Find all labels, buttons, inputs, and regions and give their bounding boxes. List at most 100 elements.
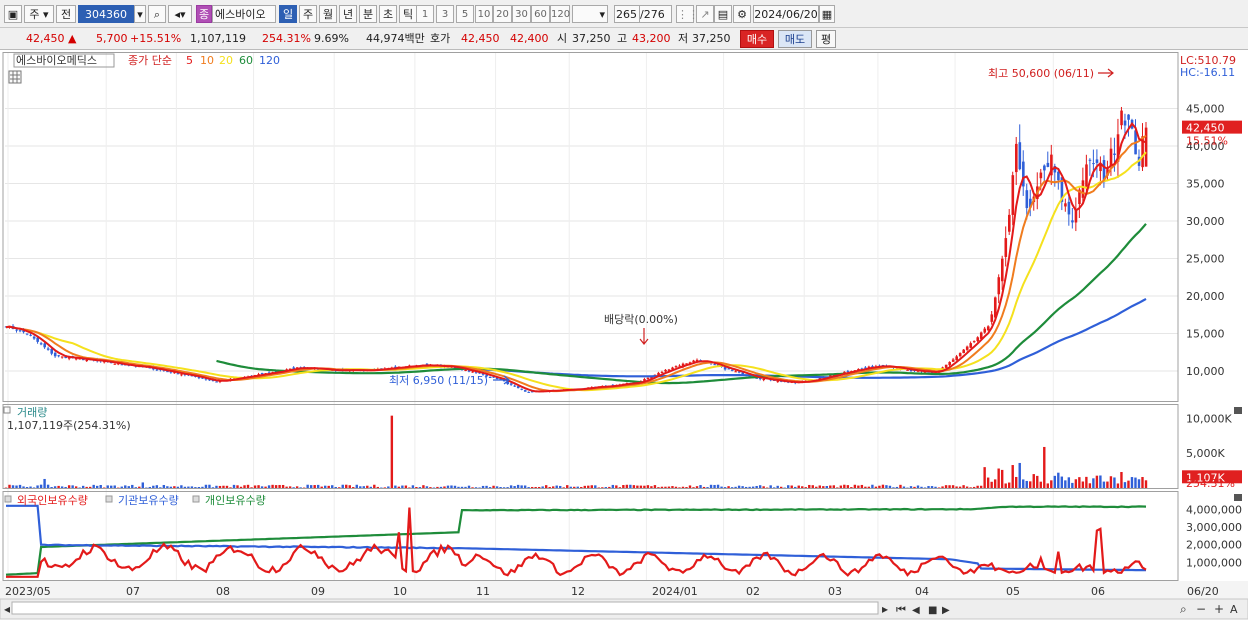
interval-select[interactable]: ▾ xyxy=(572,5,608,23)
gear-icon[interactable]: ⚙ xyxy=(733,5,751,23)
interval-5[interactable]: 5 xyxy=(456,5,474,23)
trend-icon[interactable]: ↗ xyxy=(696,5,714,23)
period-tab-year[interactable]: 년 xyxy=(339,5,357,23)
market-select[interactable]: 주 ▾ xyxy=(24,5,54,23)
volume-bar-69 xyxy=(246,484,250,488)
volume-bar-171 xyxy=(604,487,608,488)
interval-20[interactable]: 20 xyxy=(493,5,512,23)
volume-bar-300 xyxy=(1057,472,1060,488)
volume-bar-2 xyxy=(11,485,15,488)
volume-bar-126 xyxy=(446,485,450,488)
scope-button[interactable]: 전 xyxy=(56,5,76,23)
candle-body-6 xyxy=(25,333,29,335)
interval-3[interactable]: 3 xyxy=(436,5,454,23)
volume-bar-318 xyxy=(1120,472,1123,488)
volume-bar-291 xyxy=(1025,480,1028,488)
interval-60[interactable]: 60 xyxy=(531,5,550,23)
candle-body-304 xyxy=(1071,220,1074,223)
period-tab-week[interactable]: 주 xyxy=(299,5,317,23)
y-tick-label-2: 20,000 xyxy=(1186,290,1225,303)
calendar-icon[interactable]: ▦ xyxy=(819,5,835,23)
volume-bar-48 xyxy=(173,486,176,488)
volume-bar-54 xyxy=(194,487,197,488)
grid-icon[interactable]: ⋮⋮ xyxy=(676,5,699,23)
annotation-low: 최저 6,950 (11/15) xyxy=(389,374,488,387)
volume-bar-275 xyxy=(969,487,972,488)
volume-bar-90 xyxy=(320,486,323,488)
volume-bar-223 xyxy=(787,485,790,488)
volume-bar-142 xyxy=(502,487,506,488)
eval-button[interactable]: 평 xyxy=(816,30,836,48)
volume-bar-229 xyxy=(808,484,811,488)
candle-body-288 xyxy=(1015,143,1018,173)
volume-bar-51 xyxy=(183,486,187,488)
stop-icon: ■ xyxy=(928,605,937,616)
volume-bar-154 xyxy=(544,485,548,488)
period-tab-tick[interactable]: 틱 xyxy=(399,5,417,23)
period-tab-day[interactable]: 일 xyxy=(279,5,297,23)
volume-bar-53 xyxy=(190,486,194,488)
prev-icon: ◀ xyxy=(912,605,920,616)
volume-bar-10 xyxy=(39,484,43,488)
volume-bar-47 xyxy=(169,486,173,488)
period-tab-second[interactable]: 초 xyxy=(379,5,397,23)
annotation-high: 최고 50,600 (06/11) xyxy=(988,67,1094,80)
x-label-0: 2023/05 xyxy=(5,585,51,598)
volume-bar-272 xyxy=(958,486,962,488)
count-total: /276 xyxy=(640,5,672,23)
volume-bar-242 xyxy=(853,484,857,488)
volume-bar-188 xyxy=(664,486,667,488)
volume-bar-37 xyxy=(134,487,137,488)
volume-bar-97 xyxy=(345,484,348,488)
candle-body-291 xyxy=(1025,190,1029,209)
volume-bar-170 xyxy=(601,487,604,488)
volume-bar-220 xyxy=(776,485,779,488)
volume-bar-76 xyxy=(271,484,274,488)
x-label-1: 07 xyxy=(126,585,140,598)
volume-bar-191 xyxy=(674,486,678,488)
high-price: 43,200 xyxy=(632,32,671,45)
volume-bar-236 xyxy=(832,485,836,488)
volume-bar-232 xyxy=(818,485,821,488)
volume-bar-102 xyxy=(362,486,365,488)
interval-30[interactable]: 30 xyxy=(512,5,531,23)
candle-body-208 xyxy=(734,371,737,373)
stock-name[interactable]: 에스바이오 xyxy=(212,5,276,23)
volume-bar-77 xyxy=(274,485,278,488)
volume-bar-17 xyxy=(64,486,67,488)
search-icon[interactable]: ⌕ xyxy=(148,5,166,23)
buy-button[interactable]: 매수 xyxy=(740,30,774,48)
volume-bar-150 xyxy=(530,486,534,488)
volume-bar-195 xyxy=(688,485,692,488)
count-input[interactable]: 265 xyxy=(614,5,640,23)
volume-bar-268 xyxy=(944,485,948,488)
sell-button[interactable]: 매도 xyxy=(778,30,812,48)
code-input[interactable]: 304360 xyxy=(78,5,134,23)
volume-bar-123 xyxy=(436,486,439,488)
window-icon[interactable]: ▣ xyxy=(4,5,22,23)
interval-10[interactable]: 10 xyxy=(475,5,493,23)
date-input[interactable]: 2024/06/20 xyxy=(753,5,819,23)
volume-bar-245 xyxy=(864,486,867,488)
volume-bar-308 xyxy=(1085,476,1088,488)
volume-bar-58 xyxy=(208,484,211,488)
volume-bar-87 xyxy=(309,485,313,488)
volume-bar-197 xyxy=(695,486,699,488)
volume-bar-149 xyxy=(527,487,530,488)
volume-bar-309 xyxy=(1088,483,1092,488)
volume-bar-114 xyxy=(404,485,408,488)
hoga-label: 호가 xyxy=(430,32,451,45)
save-icon[interactable]: ▤ xyxy=(714,5,732,23)
period-tab-minute[interactable]: 분 xyxy=(359,5,377,23)
chevron-down-icon[interactable]: ▾ xyxy=(134,5,146,23)
legend-box-0 xyxy=(4,495,12,503)
price-change-pct: +15.51% xyxy=(130,32,182,45)
interval-1[interactable]: 1 xyxy=(416,5,434,23)
x-label-5: 11 xyxy=(476,585,490,598)
period-tab-month[interactable]: 월 xyxy=(319,5,337,23)
volume-last-pct: 254.31% xyxy=(1186,477,1235,490)
volume-bar-274 xyxy=(965,486,969,488)
interval-120[interactable]: 120 xyxy=(550,5,570,23)
speaker-icon[interactable]: ◂▾ xyxy=(168,5,192,23)
volume-bar-175 xyxy=(618,487,622,488)
